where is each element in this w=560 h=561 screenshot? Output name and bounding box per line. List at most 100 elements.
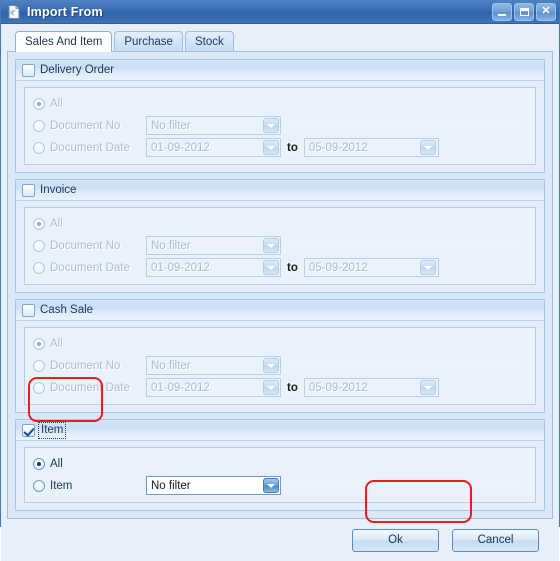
radio-label-document-date-cash-sale: Document Date bbox=[50, 381, 130, 394]
radio-label-item: Item bbox=[50, 479, 73, 492]
window-title: Import From bbox=[27, 4, 103, 19]
row-document-date-cash-sale[interactable]: Document Date 01-09-2012 to 05-09-2012 bbox=[33, 378, 527, 397]
radio-document-date-cash-sale[interactable] bbox=[33, 381, 45, 394]
filter-panel-invoice: All Document No No filter Document Date … bbox=[24, 207, 536, 285]
date-to-text-cash-sale: 05-09-2012 bbox=[308, 381, 368, 394]
title-bar[interactable]: Import From ✕ bbox=[1, 0, 559, 24]
row-all-delivery-order[interactable]: All bbox=[33, 94, 527, 113]
combo-text-document-no-delivery-order: No filter bbox=[151, 119, 191, 132]
tab-strip: Sales And Item Purchase Stock bbox=[7, 30, 553, 52]
spacer-field-invoice bbox=[281, 236, 527, 255]
date-from-text-cash-sale: 01-09-2012 bbox=[151, 381, 210, 394]
tab-sales-and-item[interactable]: Sales And Item bbox=[15, 31, 113, 52]
row-document-date-delivery-order[interactable]: Document Date 01-09-2012 to 05-09-2012 bbox=[33, 138, 527, 157]
combo-document-no-cash-sale[interactable]: No filter bbox=[146, 356, 281, 375]
combo-text-document-no-cash-sale: No filter bbox=[151, 359, 191, 372]
date-to-cash-sale[interactable]: 05-09-2012 bbox=[303, 378, 439, 397]
row-all-invoice[interactable]: All bbox=[33, 214, 527, 233]
group-delivery-order: Delivery Order All Document No No filter bbox=[15, 59, 545, 173]
row-document-date-invoice[interactable]: Document Date 01-09-2012 to 05-09-2012 bbox=[33, 258, 527, 277]
checkbox-cash-sale[interactable] bbox=[22, 303, 35, 317]
radio-document-date-invoice[interactable] bbox=[33, 261, 45, 274]
radio-label-all-cash-sale: All bbox=[50, 337, 63, 350]
checkbox-invoice[interactable] bbox=[22, 183, 35, 197]
radio-all-item[interactable] bbox=[33, 457, 45, 470]
chevron-down-icon[interactable] bbox=[262, 140, 279, 155]
radio-label-document-no-cash-sale: Document No bbox=[50, 359, 121, 372]
radio-all-delivery-order[interactable] bbox=[33, 97, 45, 110]
row-all-cash-sale[interactable]: All bbox=[33, 334, 527, 353]
close-icon[interactable]: ✕ bbox=[536, 2, 556, 21]
row-all-item[interactable]: All bbox=[33, 454, 527, 473]
date-from-text-invoice: 01-09-2012 bbox=[151, 261, 210, 274]
button-bar: Ok Cancel bbox=[7, 519, 553, 561]
chevron-down-icon[interactable] bbox=[420, 380, 437, 395]
row-item-filter[interactable]: Item No filter bbox=[33, 476, 527, 495]
spacer-field-item bbox=[281, 476, 527, 495]
radio-item[interactable] bbox=[33, 479, 45, 492]
checkbox-item[interactable] bbox=[22, 423, 35, 437]
chevron-down-icon[interactable] bbox=[262, 238, 279, 253]
chevron-down-icon[interactable] bbox=[262, 260, 279, 275]
maximize-icon[interactable] bbox=[514, 2, 534, 21]
group-label-delivery-order: Delivery Order bbox=[40, 63, 115, 76]
combo-item-filter[interactable]: No filter bbox=[146, 476, 281, 495]
checkbox-delivery-order[interactable] bbox=[22, 63, 35, 77]
group-item: Item All Item No filter bbox=[15, 419, 545, 511]
filter-panel-item: All Item No filter bbox=[24, 447, 536, 503]
date-to-invoice[interactable]: 05-09-2012 bbox=[303, 258, 439, 277]
radio-document-no-cash-sale[interactable] bbox=[33, 359, 45, 372]
row-document-no-delivery-order[interactable]: Document No No filter bbox=[33, 116, 527, 135]
cancel-button[interactable]: Cancel bbox=[452, 528, 539, 552]
filter-panel-delivery-order: All Document No No filter Document Date … bbox=[24, 87, 536, 165]
group-header-cash-sale[interactable]: Cash Sale bbox=[16, 300, 544, 321]
minimize-icon[interactable] bbox=[492, 2, 512, 21]
radio-document-no-invoice[interactable] bbox=[33, 239, 45, 252]
group-label-item: Item bbox=[37, 421, 67, 439]
document-import-icon bbox=[6, 4, 22, 20]
tab-page-sales-and-item: Delivery Order All Document No No filter bbox=[7, 51, 553, 519]
chevron-down-icon[interactable] bbox=[262, 478, 279, 493]
group-body-delivery-order: All Document No No filter Document Date … bbox=[16, 81, 544, 172]
tab-purchase[interactable]: Purchase bbox=[114, 31, 183, 51]
group-header-item[interactable]: Item bbox=[16, 420, 544, 441]
row-document-no-invoice[interactable]: Document No No filter bbox=[33, 236, 527, 255]
chevron-down-icon[interactable] bbox=[262, 118, 279, 133]
chevron-down-icon[interactable] bbox=[262, 380, 279, 395]
date-from-invoice[interactable]: 01-09-2012 bbox=[146, 258, 281, 277]
chevron-down-icon[interactable] bbox=[420, 260, 437, 275]
date-to-delivery-order[interactable]: 05-09-2012 bbox=[303, 138, 439, 157]
import-from-window: Import From ✕ Sales And Item Purchase St… bbox=[0, 0, 560, 561]
radio-label-all-invoice: All bbox=[50, 217, 63, 230]
radio-document-date-delivery-order[interactable] bbox=[33, 141, 45, 154]
radio-all-invoice[interactable] bbox=[33, 217, 45, 230]
radio-label-document-date-invoice: Document Date bbox=[50, 261, 130, 274]
radio-label-all-delivery-order: All bbox=[50, 97, 63, 110]
window-controls: ✕ bbox=[492, 2, 556, 21]
group-body-item: All Item No filter bbox=[16, 441, 544, 510]
to-label-invoice: to bbox=[286, 261, 299, 274]
chevron-down-icon[interactable] bbox=[262, 358, 279, 373]
date-to-text-delivery-order: 05-09-2012 bbox=[308, 141, 368, 154]
combo-text-document-no-invoice: No filter bbox=[151, 239, 191, 252]
spacer-field-delivery-order bbox=[281, 116, 527, 135]
group-header-delivery-order[interactable]: Delivery Order bbox=[16, 60, 544, 81]
date-from-text-delivery-order: 01-09-2012 bbox=[151, 141, 210, 154]
group-header-invoice[interactable]: Invoice bbox=[16, 180, 544, 201]
combo-text-item-filter: No filter bbox=[151, 479, 191, 492]
client-area: Sales And Item Purchase Stock Delivery O… bbox=[1, 24, 559, 561]
date-to-text-invoice: 05-09-2012 bbox=[308, 261, 368, 274]
date-from-cash-sale[interactable]: 01-09-2012 bbox=[146, 378, 281, 397]
group-body-cash-sale: All Document No No filter Document Date … bbox=[16, 321, 544, 412]
to-label-cash-sale: to bbox=[286, 381, 299, 394]
tab-stock[interactable]: Stock bbox=[184, 31, 234, 51]
combo-document-no-delivery-order[interactable]: No filter bbox=[146, 116, 281, 135]
radio-all-cash-sale[interactable] bbox=[33, 337, 45, 350]
date-from-delivery-order[interactable]: 01-09-2012 bbox=[146, 138, 281, 157]
combo-document-no-invoice[interactable]: No filter bbox=[146, 236, 281, 255]
radio-document-no-delivery-order[interactable] bbox=[33, 119, 45, 132]
chevron-down-icon[interactable] bbox=[420, 140, 437, 155]
radio-label-document-date-delivery-order: Document Date bbox=[50, 141, 130, 154]
row-document-no-cash-sale[interactable]: Document No No filter bbox=[33, 356, 527, 375]
ok-button[interactable]: Ok bbox=[352, 528, 439, 552]
